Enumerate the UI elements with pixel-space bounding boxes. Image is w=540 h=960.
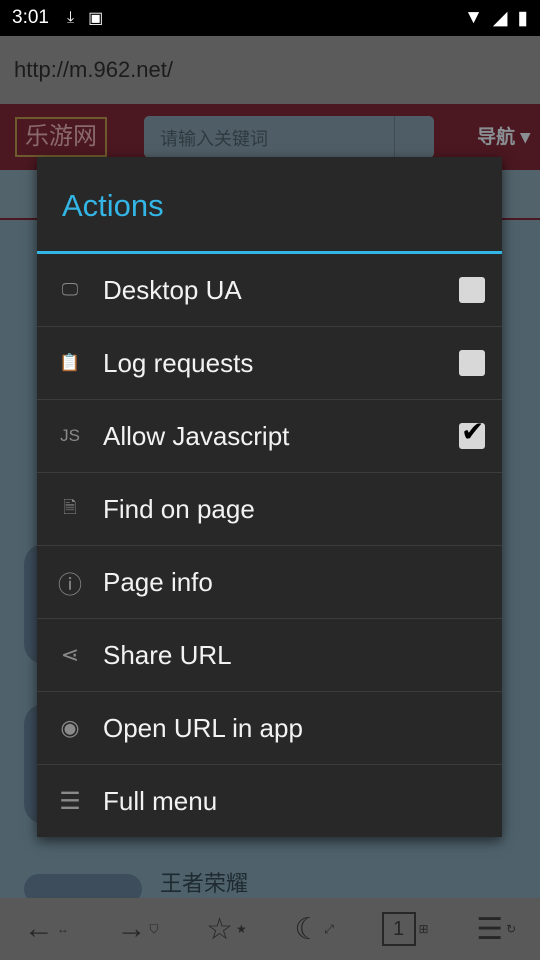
info-icon: ⓘ [58,571,82,599]
menu-item-share-url[interactable]: ⋖ Share URL [37,619,502,692]
clock: 3:01 [12,7,49,28]
log-requests-checkbox[interactable] [459,350,485,376]
monitor-icon: 🖵 [61,280,79,299]
url-text: http://m.962.net/ [14,57,173,82]
reload-icon: ↻ [506,922,517,936]
menu-item-desktop-ua[interactable]: 🖵 Desktop UA [37,254,502,327]
item-label: Allow Javascript [103,420,290,451]
item-label: Open URL in app [103,712,303,743]
status-bar: 3:01 ⤓ ▣ ▼ ◢ ▮ [0,0,540,36]
battery-icon: ▮ [517,7,528,29]
search-placeholder: 请输入关键词 [160,129,268,149]
wifi-icon: ▼ [464,7,483,28]
fullscreen-icon: ⤢ [324,921,334,936]
game-title[interactable]: 王者荣耀 [160,866,248,898]
menu-button[interactable]: ☰ ↻ [476,912,516,947]
menu-item-open-url-in-app[interactable]: ◉ Open URL in app [37,692,502,765]
js-icon: JS [60,426,80,445]
site-search-input[interactable]: 请输入关键词 [144,116,434,158]
menu-icon: ☰ [59,788,81,815]
bottom-toolbar: ← ↔ → ⛉ ☆ ★ ☾ ⤢ 1 ⊞ ☰ ↻ [0,898,540,960]
notification-icon: ▣ [88,10,104,27]
allow-javascript-checkbox[interactable] [459,415,485,449]
swap-icon: ↔ [56,922,69,936]
menu-item-allow-javascript[interactable]: JS Allow Javascript [37,400,502,473]
bookmark-button[interactable]: ☆ ★ [206,912,247,947]
url-bar[interactable]: http://m.962.net/ [0,36,540,104]
back-button[interactable]: ← ↔ [24,912,69,946]
item-label: Find on page [103,493,255,524]
site-nav-button[interactable]: 导航 ▾ [477,122,530,149]
eye-icon: ◉ [60,715,80,740]
item-label: Full menu [103,786,218,816]
item-label: Share URL [103,639,232,670]
tab-add-icon: ⊞ [418,922,429,936]
item-label: Page info [103,566,213,597]
clipboard-icon: 📋 [59,353,81,372]
signal-icon: ◢ [492,7,508,29]
search-icon[interactable] [394,116,434,158]
share-icon: ⋖ [60,642,80,667]
tabs-button[interactable]: 1 ⊞ [381,912,429,946]
shield-icon: ⛉ [149,921,159,936]
desktop-ua-checkbox[interactable] [459,277,485,303]
site-logo[interactable]: 乐游网 [15,117,107,157]
night-mode-button[interactable]: ☾ ⤢ [294,912,334,947]
actions-menu: Actions 🖵 Desktop UA 📋 Log requests JS Allo… [37,157,502,837]
menu-title: Actions [37,157,502,254]
nav-label: 导航 [477,127,516,148]
item-label: Log requests [103,347,254,378]
find-page-icon: 🗎 [63,497,77,517]
tab-count: 1 [381,912,416,946]
menu-item-page-info[interactable]: ⓘ Page info [37,546,502,619]
download-icon: ⤓ [66,9,75,26]
menu-item-log-requests[interactable]: 📋 Log requests [37,327,502,400]
menu-item-full-menu[interactable]: ☰ Full menu [37,765,502,838]
menu-item-find-on-page[interactable]: 🗎 Find on page [37,473,502,546]
item-label: Desktop UA [103,274,242,305]
star-add-icon: ★ [235,922,247,936]
forward-button[interactable]: → ⛉ [116,912,158,946]
